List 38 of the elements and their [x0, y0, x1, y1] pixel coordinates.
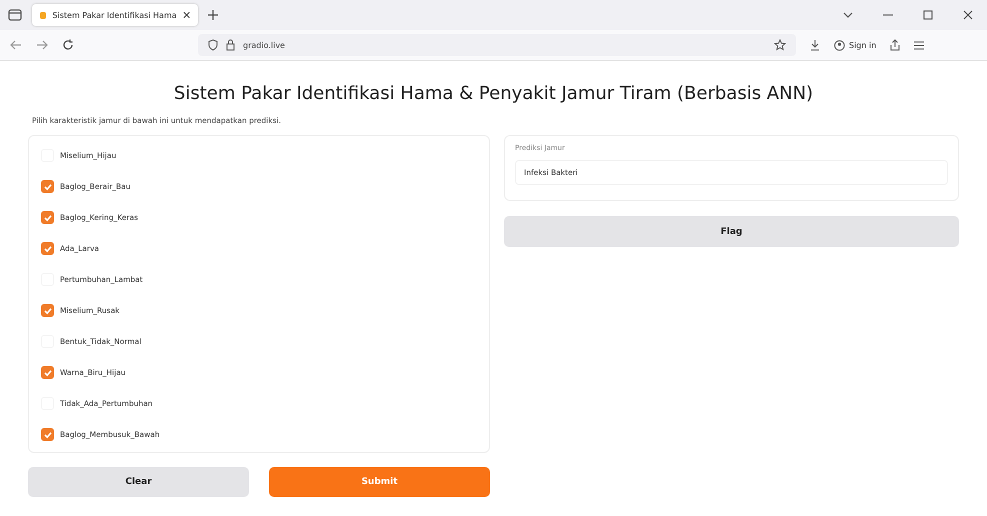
address-bar[interactable]: gradio.live — [198, 34, 796, 56]
tab-list-icon[interactable] — [8, 9, 22, 21]
check-icon — [42, 306, 52, 316]
tab-title: Sistem Pakar Identifikasi Hama — [52, 10, 177, 20]
favicon-icon — [40, 12, 46, 18]
url-text: gradio.live — [243, 40, 285, 50]
minimize-icon[interactable] — [883, 14, 893, 16]
checkbox[interactable] — [41, 366, 54, 379]
check-icon — [42, 368, 52, 378]
checkbox[interactable] — [41, 211, 54, 224]
reload-icon[interactable] — [62, 39, 74, 51]
checkbox[interactable] — [41, 180, 54, 193]
star-icon[interactable] — [774, 39, 786, 51]
check-icon — [42, 430, 52, 440]
forward-icon[interactable] — [36, 40, 48, 50]
download-icon[interactable] — [810, 39, 820, 51]
checkbox[interactable] — [41, 304, 54, 317]
clear-button[interactable]: Clear — [28, 467, 249, 497]
flag-button[interactable]: Flag — [504, 216, 959, 247]
share-icon[interactable] — [890, 39, 900, 51]
shield-icon — [208, 39, 218, 51]
check-icon — [42, 244, 52, 254]
maximize-icon[interactable] — [923, 10, 933, 20]
page-title: Sistem Pakar Identifikasi Hama & Penyakit Jamur Tiram (Berbasis ANN) — [172, 83, 814, 104]
sign-in-button[interactable]: Sign in — [834, 40, 876, 50]
close-icon[interactable] — [182, 11, 190, 19]
close-icon[interactable] — [963, 10, 973, 20]
account-icon — [834, 40, 845, 50]
browser-tab[interactable]: Sistem Pakar Identifikasi Hama — [32, 4, 198, 26]
check-icon — [42, 212, 52, 222]
check-icon — [42, 182, 52, 192]
chevron-down-icon[interactable] — [843, 12, 853, 18]
checkbox[interactable] — [41, 242, 54, 255]
new-tab-icon[interactable] — [208, 10, 218, 20]
checkbox[interactable] — [41, 428, 54, 441]
menu-icon[interactable] — [914, 40, 924, 50]
lock-icon — [226, 39, 235, 51]
back-icon[interactable] — [10, 40, 22, 50]
